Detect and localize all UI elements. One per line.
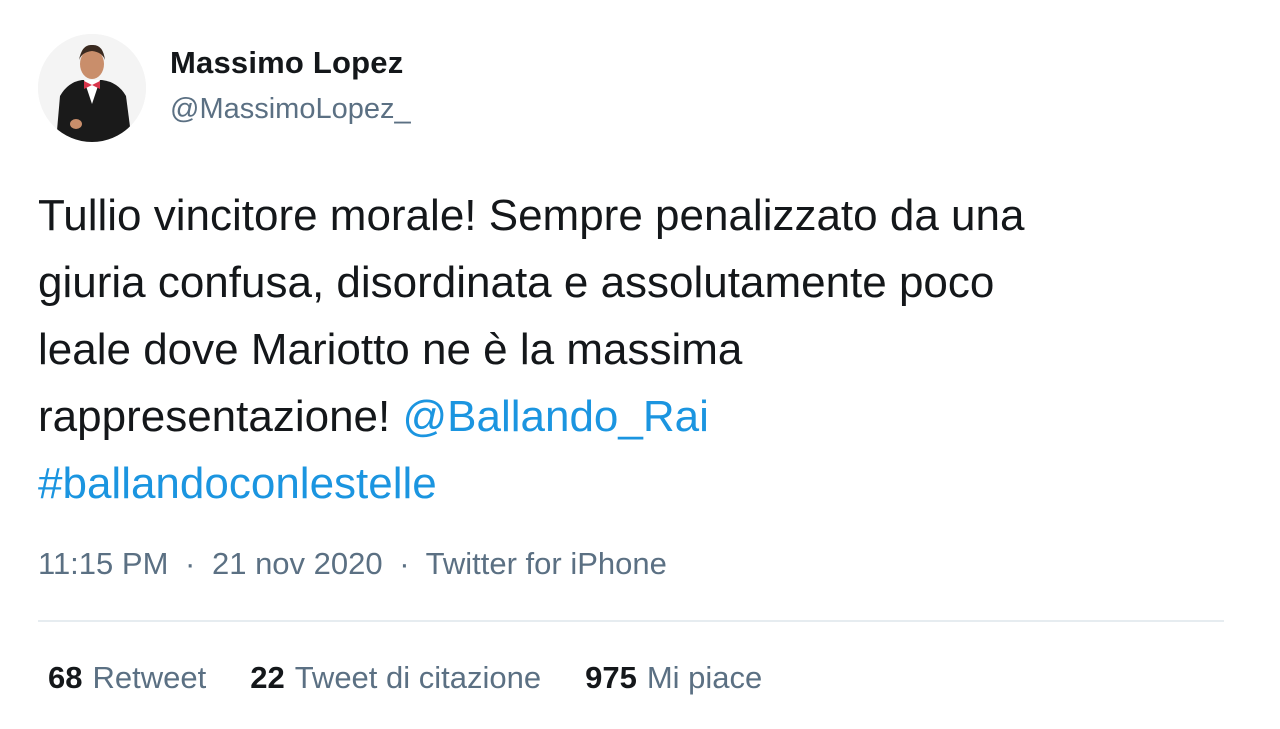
avatar[interactable] xyxy=(38,34,146,142)
tweet-text-segment: rappresentazione! xyxy=(38,392,403,441)
stat-retweets[interactable]: 68 Retweet xyxy=(48,660,206,696)
mention-link[interactable]: @Ballando_Rai xyxy=(402,392,708,441)
tweet-card: Massimo Lopez @MassimoLopez_ Tullio vinc… xyxy=(0,0,1280,729)
hashtag-link[interactable]: #ballandoconlestelle xyxy=(38,459,437,508)
tweet-time[interactable]: 11:15 PM xyxy=(38,546,168,581)
stat-count: 22 xyxy=(250,660,285,695)
tweet-date[interactable]: 21 nov 2020 xyxy=(212,546,383,581)
tweet-text-line: leale dove Mariotto ne è la massima xyxy=(38,316,1238,383)
profile-photo-icon xyxy=(38,34,146,142)
tweet-text: Tullio vincitore morale! Sempre penalizz… xyxy=(38,182,1238,517)
stat-quote-tweets[interactable]: 22 Tweet di citazione xyxy=(250,660,541,696)
stat-count: 68 xyxy=(48,660,83,695)
display-name[interactable]: Massimo Lopez xyxy=(170,45,403,81)
stat-label: Mi piace xyxy=(646,660,763,695)
tweet-text-segment: giuria confusa, disordinata e assolutame… xyxy=(38,258,995,307)
meta-separator: · xyxy=(399,546,410,581)
user-handle[interactable]: @MassimoLopez_ xyxy=(170,93,411,126)
tweet-meta: 11:15 PM · 21 nov 2020 · Twitter for iPh… xyxy=(38,546,667,582)
tweet-text-line: giuria confusa, disordinata e assolutame… xyxy=(38,249,1238,316)
tweet-text-line: #ballandoconlestelle xyxy=(38,450,1238,517)
tweet-text-segment: leale dove Mariotto ne è la massima xyxy=(38,325,743,374)
engagement-stats: 68 Retweet 22 Tweet di citazione 975 Mi pia… xyxy=(48,660,762,696)
tweet-text-line: Tullio vincitore morale! Sempre penalizz… xyxy=(38,182,1238,249)
stat-label: Retweet xyxy=(92,660,207,695)
divider xyxy=(38,620,1224,622)
stat-likes[interactable]: 975 Mi piace xyxy=(585,660,762,696)
tweet-text-segment: Tullio vincitore morale! Sempre penalizz… xyxy=(38,191,1025,240)
tweet-text-line: rappresentazione! @Ballando_Rai xyxy=(38,383,1238,450)
stat-count: 975 xyxy=(585,660,637,695)
meta-separator: · xyxy=(185,546,196,581)
tweet-source[interactable]: Twitter for iPhone xyxy=(426,546,667,581)
stat-label: Tweet di citazione xyxy=(294,660,542,695)
